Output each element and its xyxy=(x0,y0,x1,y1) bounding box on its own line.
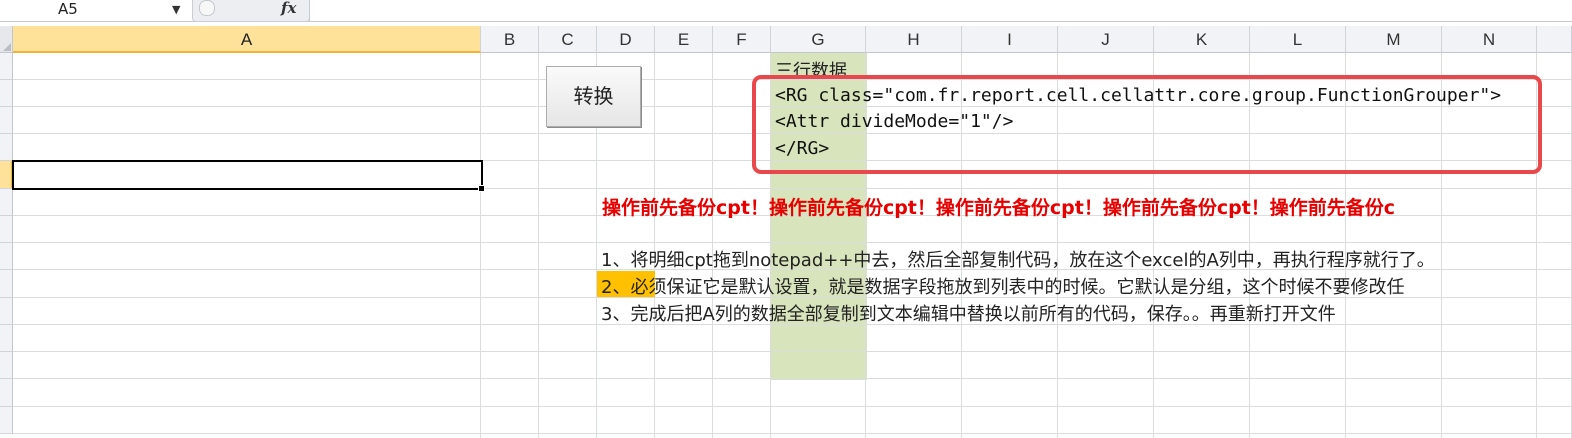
row-header[interactable] xyxy=(0,243,13,270)
grid-hline xyxy=(13,433,1572,434)
grid-vline xyxy=(538,53,539,438)
formula-controls: fx xyxy=(192,0,310,22)
row-header[interactable] xyxy=(0,216,13,243)
row-header[interactable] xyxy=(0,407,13,434)
row-header[interactable] xyxy=(0,298,13,325)
column-header-m[interactable]: M xyxy=(1346,26,1442,53)
column-header-h[interactable]: H xyxy=(866,26,962,53)
row-header[interactable] xyxy=(0,53,13,80)
column-header-g[interactable]: G xyxy=(771,26,866,53)
column-header-a[interactable]: A xyxy=(13,26,481,53)
row-header[interactable] xyxy=(0,134,13,161)
column-header-k[interactable]: K xyxy=(1154,26,1250,53)
grid-vline xyxy=(480,53,481,438)
row-header[interactable] xyxy=(0,107,13,134)
formula-bar: A5 ▼ fx xyxy=(0,0,1572,22)
grid-hline xyxy=(13,242,1572,243)
column-header-l[interactable]: L xyxy=(1250,26,1346,53)
expand-icon[interactable] xyxy=(199,0,215,16)
grid-hline xyxy=(13,351,1572,352)
instruction-2: 2、必须保证它是默认设置，就是数据字段拖放到列表中的时候。它默认是分组，这个时候… xyxy=(601,277,1405,298)
row-header[interactable] xyxy=(0,352,13,379)
insert-function-icon[interactable]: fx xyxy=(281,0,296,17)
convert-button[interactable]: 转换 xyxy=(546,66,641,127)
column-header-d[interactable]: D xyxy=(597,26,655,53)
active-cell-a5[interactable] xyxy=(12,160,485,192)
chevron-down-icon[interactable]: ▼ xyxy=(172,0,180,20)
row-header[interactable] xyxy=(0,189,13,216)
instruction-1: 1、将明细cpt拖到notepad++中去，然后全部复制代码，放在这个excel… xyxy=(601,250,1435,271)
row-header[interactable] xyxy=(0,80,13,107)
formula-divider xyxy=(309,0,310,21)
column-header-n[interactable]: N xyxy=(1442,26,1537,53)
column-header-b[interactable]: B xyxy=(481,26,539,53)
name-box-value[interactable]: A5 xyxy=(58,0,78,19)
column-header-overflow[interactable] xyxy=(1537,26,1572,53)
callout-box xyxy=(752,75,1542,174)
instruction-3: 3、完成后把A列的数据全部复制到文本编辑中替换以前所有的代码，保存。。再重新打开… xyxy=(601,304,1336,325)
warning-text: 操作前先备份cpt！操作前先备份cpt！操作前先备份cpt！操作前先备份cpt！… xyxy=(602,197,1396,219)
row-header[interactable] xyxy=(0,270,13,298)
grid-hline xyxy=(13,378,1572,379)
row-header[interactable] xyxy=(0,379,13,407)
column-header-i[interactable]: I xyxy=(962,26,1058,53)
column-header-f[interactable]: F xyxy=(713,26,771,53)
row-header[interactable] xyxy=(0,325,13,352)
column-header-c[interactable]: C xyxy=(539,26,597,53)
column-header-e[interactable]: E xyxy=(655,26,713,53)
column-header-j[interactable]: J xyxy=(1058,26,1154,53)
grid-hline xyxy=(13,406,1572,407)
name-box[interactable]: A5 ▼ xyxy=(0,0,188,20)
select-all-corner[interactable] xyxy=(0,26,13,53)
